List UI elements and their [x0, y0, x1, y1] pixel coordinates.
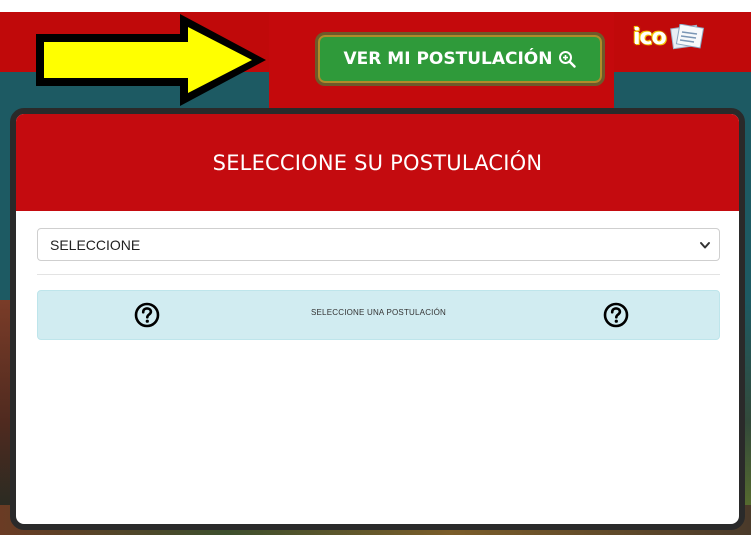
divider [37, 274, 720, 275]
modal-title: SELECCIONE SU POSTULACIÓN [212, 150, 543, 175]
application-select-value: SELECCIONE [50, 236, 141, 253]
logo-text: ico [633, 24, 667, 50]
application-select[interactable]: SELECCIONE [37, 228, 720, 261]
magnifier-plus-icon [559, 51, 577, 68]
info-alert: SELECCIONE UNA POSTULACIÓN [37, 290, 720, 340]
select-application-modal: SELECCIONE SU POSTULACIÓN SELECCIONE SEL… [10, 108, 745, 530]
view-application-button[interactable]: VER MI POSTULACIÓN [315, 32, 605, 86]
modal-header: SELECCIONE SU POSTULACIÓN [16, 114, 739, 211]
site-logo[interactable]: ico [633, 22, 733, 52]
view-application-label: VER MI POSTULACIÓN [343, 49, 553, 69]
newspaper-icon [669, 24, 704, 50]
arrow-right-icon [36, 14, 266, 106]
question-circle-icon [603, 302, 629, 328]
chevron-down-icon [700, 241, 710, 248]
